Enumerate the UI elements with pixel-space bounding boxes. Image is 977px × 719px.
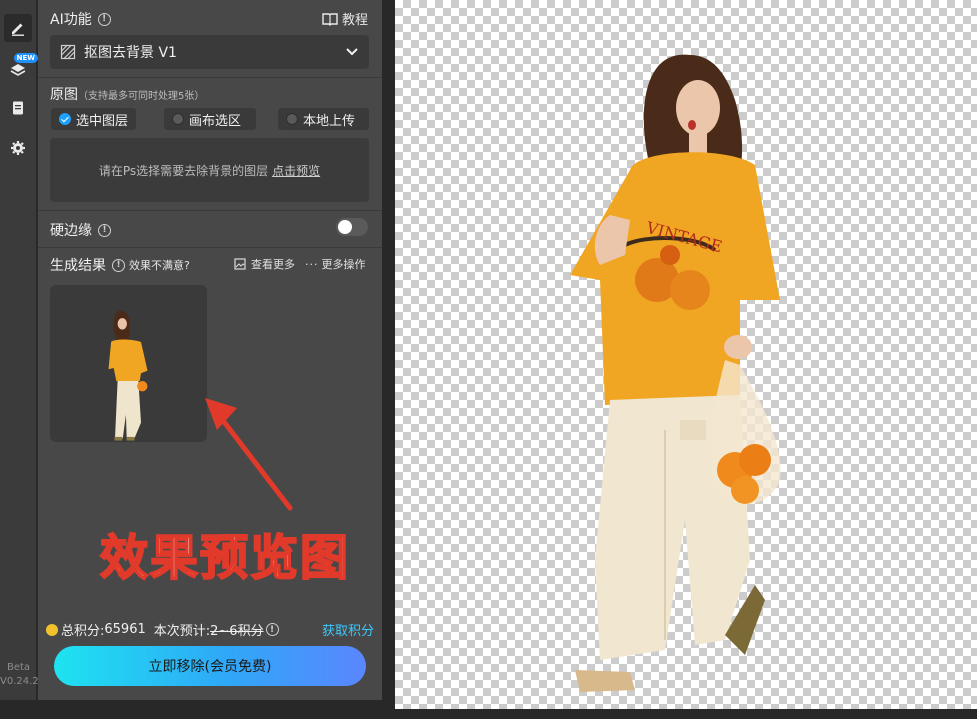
transparent-canvas[interactable]: VINTAGE [395, 0, 977, 709]
unsatisfied-link[interactable]: 效果不满意? [129, 257, 190, 273]
ai-function-title: AI功能 [50, 12, 92, 28]
chevron-down-icon [346, 48, 358, 56]
option-selected-layer[interactable]: 选中图层 [51, 108, 137, 130]
info-icon[interactable]: ! [265, 623, 279, 636]
pencil-icon [12, 23, 24, 36]
source-title: 原图 [50, 87, 78, 103]
dropdown-selected-value: 抠图去背景 V1 [84, 45, 177, 61]
layers-tool-button[interactable]: NEW [4, 53, 38, 84]
edit-tool-button[interactable] [4, 14, 32, 42]
settings-tool-button[interactable] [4, 134, 32, 162]
credits-info: 总积分: 65961 本次预计: 2~6积分 ! [46, 620, 279, 639]
total-credits-label: 总积分: [61, 624, 105, 639]
option-label: 本地上传 [303, 113, 356, 129]
option-label: 画布选区 [189, 113, 242, 129]
annotation-label: 效果预览图 [99, 529, 351, 587]
more-actions-link[interactable]: ··· 更多操作 [305, 256, 366, 272]
layers-icon [10, 64, 26, 76]
source-subtitle: （支持最多可同时处理5张） [78, 90, 205, 102]
option-canvas-selection[interactable]: 画布选区 [164, 108, 256, 130]
hard-edge-title: 硬边缘 [50, 223, 92, 239]
hard-edge-section: 硬边缘 ! [38, 211, 382, 248]
tutorial-link[interactable]: 教程 [322, 9, 368, 28]
result-thumbnail[interactable] [50, 285, 207, 442]
tutorial-label: 教程 [341, 13, 368, 28]
ai-function-dropdown[interactable]: 抠图去背景 V1 [50, 35, 369, 69]
info-icon[interactable]: ! [112, 258, 125, 272]
gear-icon [11, 141, 25, 155]
left-toolbar: NEW Beta V0.24.2 [0, 0, 39, 700]
info-icon[interactable]: ! [98, 223, 111, 237]
option-label: 选中图层 [76, 113, 129, 129]
version-beta: Beta [6, 662, 31, 673]
version-number: V0.24.2 [0, 676, 39, 687]
estimate-value: 2~6积分 [210, 624, 264, 639]
result-title: 生成结果 [50, 258, 106, 274]
annotation-arrow [205, 398, 293, 511]
source-hint-box: 请在Ps选择需要去除背景的图层 点击预览 [50, 138, 369, 202]
document-icon [13, 101, 23, 115]
get-credits-link[interactable]: 获取积分 [322, 620, 374, 639]
book-icon [322, 12, 338, 26]
estimate-label: 本次预计: [153, 624, 211, 639]
hard-edge-toggle[interactable] [336, 218, 368, 236]
preview-link[interactable]: 点击预览 [272, 162, 320, 179]
radio-checked-icon [59, 113, 71, 125]
view-more-link[interactable]: 查看更多 [234, 256, 295, 272]
remove-now-button[interactable]: 立即移除(会员免费) [54, 646, 366, 686]
cutout-icon [60, 44, 76, 60]
view-more-label: 查看更多 [251, 258, 295, 271]
result-header: 生成结果 ! 效果不满意? [50, 255, 190, 275]
total-credits-value: 65961 [104, 622, 146, 637]
radio-icon [172, 113, 184, 125]
cutout-person-image: VINTAGE [570, 54, 781, 692]
hint-text: 请在Ps选择需要去除背景的图层 [98, 163, 269, 178]
app-root: NEW Beta V0.24.2 AI功能 ! 教程 抠图去背景 V1 原图 （… [0, 0, 977, 719]
ai-function-section: AI功能 ! 教程 抠图去背景 V1 [38, 0, 382, 78]
coin-icon [46, 623, 58, 636]
notes-tool-button[interactable] [4, 94, 32, 122]
radio-icon [286, 113, 298, 125]
new-badge: NEW [13, 53, 38, 63]
gallery-icon [234, 258, 246, 270]
plugin-panel: AI功能 ! 教程 抠图去背景 V1 原图 （支持最多可同时处理5张） 选中图层 [38, 0, 382, 700]
more-actions-label: 更多操作 [321, 258, 366, 271]
ellipsis-icon: ··· [305, 257, 319, 271]
thumbnail-image [108, 310, 148, 441]
option-local-upload[interactable]: 本地上传 [278, 108, 369, 130]
info-icon[interactable]: ! [97, 12, 111, 26]
